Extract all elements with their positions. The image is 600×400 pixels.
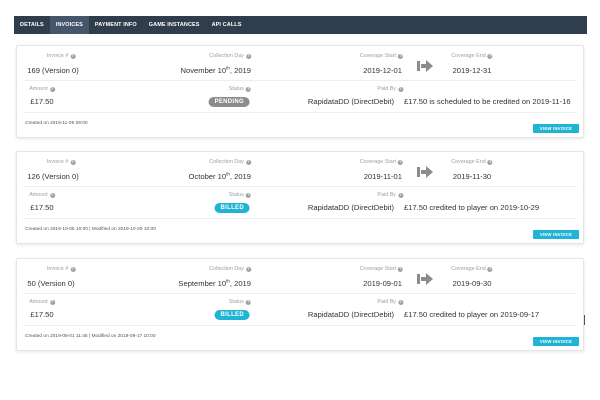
scrollbar-thumb[interactable] [584,315,585,325]
created-info: Created on 2019-11-05 09:00 [25,121,88,126]
tab-details[interactable]: DETAILS [14,16,50,34]
help-icon: ? [246,53,251,59]
view-invoice-button[interactable]: VIEW INVOICE [533,124,579,133]
collection-day-label: Collection Day? [209,53,251,59]
collection-day: September 10th, 2019 [178,278,251,288]
help-icon: ? [49,192,55,198]
coverage-start-label: Coverage Start? [359,159,403,165]
amount: £17.50 [30,203,54,212]
invoice-number-label: Invoice #? [46,53,76,59]
help-icon: ? [49,299,55,305]
help-icon: ? [70,159,76,165]
status-badge: BILLED [214,203,250,213]
help-icon: ? [487,159,493,165]
help-icon: ? [398,53,403,59]
help-icon: ? [246,86,251,92]
payment-note: £17.50 credited to player on 2019-10-29 [404,203,540,212]
payment-note: £17.50 credited to player on 2019-09-17 [404,310,540,319]
help-icon: ? [246,192,251,198]
help-icon: ? [487,266,493,272]
help-icon: ? [487,53,493,59]
coverage-end: 2019-12-31 [452,66,492,75]
amount-label: Amount? [29,86,55,92]
invoice-number: 50 (Version 0) [27,279,75,288]
coverage-end: 2019-09-30 [452,279,492,288]
help-icon: ? [398,299,403,305]
collection-day: October 10th, 2019 [188,171,251,181]
coverage-end-label: Coverage End? [451,159,493,165]
paid-by-label: Paid By? [377,192,403,198]
help-icon: ? [398,192,403,198]
coverage-start: 2019-09-01 [363,279,402,288]
coverage-start-label: Coverage Start? [359,266,403,272]
paid-by: RapidataDD (DirectDebit) [307,97,394,106]
collection-day-label: Collection Day? [209,266,251,272]
divider [23,218,577,219]
invoice-number: 126 (Version 0) [27,172,79,181]
help-icon: ? [246,299,251,305]
coverage-start: 2019-12-01 [363,66,402,75]
help-icon: ? [398,266,403,272]
tab-game-instances[interactable]: GAME INSTANCES [143,16,206,34]
collection-day: November 10th, 2019 [180,65,251,75]
collection-day-label: Collection Day? [209,159,251,165]
invoice-number: 169 (Version 0) [27,66,79,75]
help-icon: ? [398,159,403,165]
help-icon: ? [246,266,251,272]
help-icon: ? [70,53,76,59]
tab-api-calls[interactable]: API CALLS [206,16,248,34]
tab-invoices[interactable]: INVOICES [49,16,89,34]
divider [23,80,577,81]
help-icon: ? [70,266,76,272]
tab-payment-info[interactable]: PAYMENT INFO [89,16,143,34]
amount-label: Amount? [29,192,55,198]
coverage-start-label: Coverage Start? [359,53,403,59]
invoice-tabs: DETAILS INVOICES PAYMENT INFO GAME INSTA… [14,16,587,34]
paid-by-label: Paid By? [377,86,403,92]
payment-note: £17.50 is scheduled to be credited on 20… [404,97,571,106]
help-icon: ? [398,86,403,92]
status-label: Status? [228,192,251,198]
amount: £17.50 [30,310,54,319]
amount-label: Amount? [29,299,55,305]
divider [23,112,577,113]
view-invoice-button[interactable]: VIEW INVOICE [533,337,579,346]
status-badge: PENDING [208,97,250,107]
status-label: Status? [228,86,251,92]
help-icon: ? [49,86,55,92]
coverage-start: 2019-11-01 [363,172,402,181]
arrow-right-icon [417,166,433,178]
divider [23,325,577,326]
arrow-right-icon [417,273,433,285]
divider [23,186,577,187]
invoice-number-label: Invoice #? [46,159,76,165]
created-info: Created on 2019-10-05 10:00 | Modified o… [25,227,156,232]
paid-by: RapidataDD (DirectDebit) [307,310,394,319]
view-invoice-button[interactable]: VIEW INVOICE [533,230,579,239]
arrow-right-icon [417,60,433,72]
status-badge: BILLED [214,310,250,320]
coverage-end-label: Coverage End? [451,53,493,59]
help-icon: ? [246,159,251,165]
invoice-card: Invoice #? 50 (Version 0) Collection Day… [16,258,584,351]
divider [23,293,577,294]
status-label: Status? [228,299,251,305]
paid-by: RapidataDD (DirectDebit) [307,203,394,212]
coverage-end: 2019-11-30 [452,172,492,181]
invoice-number-label: Invoice #? [46,266,76,272]
amount: £17.50 [30,97,54,106]
invoice-card: Invoice #? 126 (Version 0) Collection Da… [16,151,584,244]
paid-by-label: Paid By? [377,299,403,305]
coverage-end-label: Coverage End? [451,266,493,272]
invoice-card: Invoice #? 169 (Version 0) Collection Da… [16,45,584,138]
created-info: Created on 2019-08-01 11:45 | Modified o… [25,334,156,339]
